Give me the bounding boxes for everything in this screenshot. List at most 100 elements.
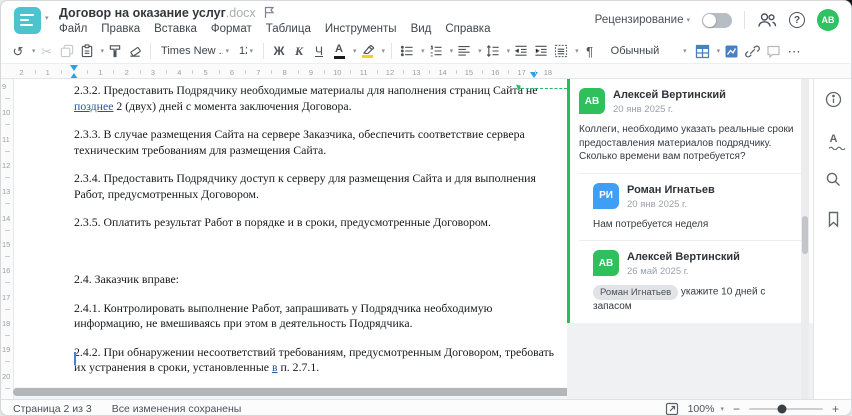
menu-item-1[interactable]: Файл xyxy=(59,23,87,35)
text-cursor xyxy=(74,352,76,365)
decrease-indent-button[interactable] xyxy=(512,41,530,61)
logo-dropdown-caret[interactable]: ▾ xyxy=(45,14,49,22)
undo-caret-icon[interactable]: ▾ xyxy=(32,47,36,55)
document-page[interactable]: 2.3.2. Предоставить Подрядчику необходим… xyxy=(14,79,567,387)
show-paragraph-marks-button[interactable]: ¶ xyxy=(581,41,599,61)
numbered-list-button[interactable] xyxy=(427,41,445,61)
highlight-color-button[interactable] xyxy=(359,41,377,61)
document-paragraph[interactable]: 2.3.5. Оплатить результат Работ в порядк… xyxy=(74,215,549,231)
more-tools-button[interactable]: ⋯ xyxy=(785,41,803,61)
zoom-in-button[interactable]: + xyxy=(832,402,839,416)
document-text-run: 2.4.2. При обнаружении несоответствий тр… xyxy=(74,344,555,359)
menu-item-5[interactable]: Таблица xyxy=(266,23,311,35)
document-line: 2.3.2. Предоставить Подрядчику необходим… xyxy=(74,83,549,99)
format-painter-icon[interactable] xyxy=(106,41,124,61)
bold-button[interactable]: Ж xyxy=(270,41,288,61)
comments-scrollbar-thumb[interactable] xyxy=(802,216,808,254)
horizontal-ruler[interactable]: 2 1 1 2 3 4 5 6 7 8 9 10 11 12 13 14 15 16 17 18 xyxy=(1,63,851,79)
eraser-icon[interactable] xyxy=(126,41,144,61)
spellcheck-icon[interactable]: А xyxy=(824,129,845,150)
document-paragraph[interactable]: 2.4.1. Контролировать выполнение Работ, … xyxy=(74,301,549,332)
zoom-slider-handle[interactable] xyxy=(777,404,787,413)
numbered-list-caret-icon[interactable]: ▾ xyxy=(450,47,454,55)
increase-indent-button[interactable] xyxy=(532,41,550,61)
document-info-icon[interactable] xyxy=(824,89,844,109)
bookmark-icon[interactable] xyxy=(824,209,844,229)
paste-button[interactable] xyxy=(78,41,96,61)
zoom-slider[interactable] xyxy=(748,404,823,413)
comment-reply[interactable]: АВ Алексей Вертинский 26 май 2025 г. Роман … xyxy=(579,250,801,313)
ruler-tick xyxy=(5,150,10,152)
copy-button[interactable] xyxy=(58,41,76,61)
document-paragraph[interactable]: 2.3.2. Предоставить Подрядчику необходим… xyxy=(74,83,549,114)
comment-header: РИ Роман Игнатьев 20 янв 2025 г. xyxy=(593,182,801,210)
insert-image-button[interactable] xyxy=(722,41,741,61)
comment-button[interactable] xyxy=(764,41,783,61)
document-paragraph[interactable]: 2.4.2. При обнаружении несоответствий тр… xyxy=(74,345,554,376)
review-mode-control[interactable]: Рецензирование ▾ xyxy=(595,14,690,26)
menu-item-4[interactable]: Формат xyxy=(211,23,252,35)
ruler-number: 19 xyxy=(2,345,11,355)
line-spacing-caret-icon[interactable]: ▾ xyxy=(507,47,511,55)
mention-chip[interactable]: Роман Игнатьев xyxy=(593,285,679,300)
collaboration-users-icon[interactable] xyxy=(757,12,777,28)
ruler-number: 18 xyxy=(2,318,11,328)
menu-item-7[interactable]: Вид xyxy=(411,23,432,35)
comment[interactable]: АВ Алексей Вертинский 20 янв 2025 г. Коллег… xyxy=(579,88,801,164)
comment-header: АВ Алексей Вертинский 26 май 2025 г. xyxy=(593,250,801,277)
document-paragraph[interactable]: 2.3.4. Предоставить Подрядчику доступ к … xyxy=(74,171,549,202)
document-text-run: информацию, не вмешиваясь при этом в дея… xyxy=(74,316,413,330)
font-size-select[interactable]: 12 ▾ xyxy=(235,41,257,61)
menu-item-3[interactable]: Вставка xyxy=(154,23,197,35)
user-avatar[interactable]: АВ xyxy=(817,9,839,31)
paragraph-shading-button[interactable] xyxy=(552,41,570,61)
search-icon[interactable] xyxy=(824,169,844,189)
menu-item-8[interactable]: Справка xyxy=(445,23,490,35)
undo-button[interactable]: ↺ xyxy=(9,41,27,61)
app-logo-button[interactable] xyxy=(14,7,41,34)
menu-item-2[interactable]: Правка xyxy=(101,23,140,35)
insert-link-button[interactable] xyxy=(743,41,762,61)
align-button[interactable] xyxy=(455,41,473,61)
page-indicator[interactable]: Страница 2 из 3 xyxy=(13,403,92,415)
font-color-caret-icon[interactable]: ▾ xyxy=(353,47,357,55)
zoom-out-button[interactable]: − xyxy=(733,402,740,416)
comment-reply[interactable]: РИ Роман Игнатьев 20 янв 2025 г. Нам потреб… xyxy=(579,182,801,232)
vertical-ruler[interactable]: 9 10 11 12 13 14 15 16 17 18 19 20 xyxy=(1,79,14,399)
insert-table-caret-icon[interactable]: ▾ xyxy=(717,47,721,55)
italic-button[interactable]: К xyxy=(290,41,308,61)
document-paragraph[interactable]: 2.3.3. В случае размещения Сайта на серв… xyxy=(74,127,549,158)
document-paragraph[interactable]: 2.4. Заказчик вправе: xyxy=(74,272,549,288)
first-line-indent-marker[interactable] xyxy=(70,65,78,71)
ruler-tick xyxy=(376,70,378,74)
menu-item-6[interactable]: Инструменты xyxy=(325,23,397,35)
bullet-list-caret-icon[interactable]: ▾ xyxy=(421,47,425,55)
review-toggle[interactable] xyxy=(702,12,732,28)
ruler-number: 8 xyxy=(282,68,287,77)
zoom-value-select[interactable]: 100% ▾ xyxy=(688,403,724,415)
fit-width-icon[interactable] xyxy=(665,402,679,416)
highlight-caret-icon[interactable]: ▾ xyxy=(382,47,386,55)
line-spacing-button[interactable] xyxy=(484,41,502,61)
comment-author: Алексей Вертинский xyxy=(627,251,740,263)
paste-caret-icon[interactable]: ▾ xyxy=(101,47,105,55)
comment-author: Роман Игнатьев xyxy=(627,183,715,196)
font-color-button[interactable]: А xyxy=(330,41,348,61)
font-name-select[interactable]: Times New ... ▾ xyxy=(157,41,233,61)
paragraph-style-select[interactable]: Обычный ▾ xyxy=(607,41,691,61)
insert-table-button[interactable] xyxy=(693,41,712,61)
document-paragraph[interactable] xyxy=(74,244,549,260)
help-icon[interactable]: ? xyxy=(789,12,805,28)
paragraph-shading-caret-icon[interactable]: ▾ xyxy=(575,47,579,55)
ruler-tick xyxy=(297,70,299,74)
comment-avatar: АВ xyxy=(579,88,605,114)
review-label: Рецензирование xyxy=(594,14,684,26)
align-caret-icon[interactable]: ▾ xyxy=(478,47,482,55)
comment-thread-card[interactable]: АВ Алексей Вертинский 20 янв 2025 г. Коллег… xyxy=(567,79,813,323)
underline-button[interactable]: Ч xyxy=(310,41,328,61)
bullet-list-button[interactable] xyxy=(398,41,416,61)
cut-button[interactable]: ✂ xyxy=(38,41,56,61)
favorite-flag-icon[interactable] xyxy=(263,6,275,19)
ruler-tick xyxy=(5,229,10,231)
document-text-run: техническим требованиям для размещения С… xyxy=(74,142,327,157)
